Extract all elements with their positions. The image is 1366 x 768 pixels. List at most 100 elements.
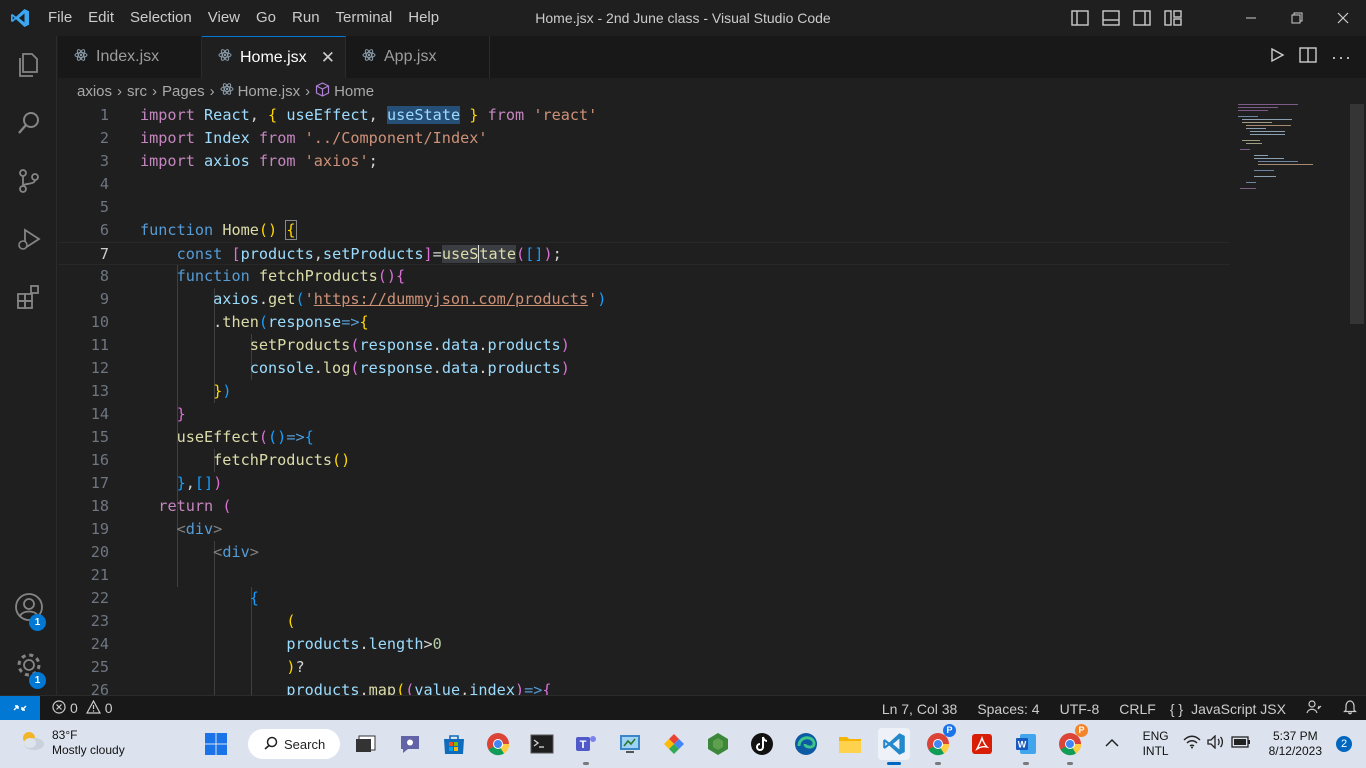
breadcrumb: axios › src › Pages › Home.jsx › Home	[58, 78, 1238, 104]
extensions-icon[interactable]	[0, 268, 57, 326]
show-hidden-icons-chevron-icon[interactable]	[1105, 735, 1119, 753]
menu-view[interactable]: View	[200, 0, 248, 36]
customize-layout-icon[interactable]	[1157, 0, 1188, 36]
tab-label: Home.jsx	[240, 48, 307, 66]
indentation[interactable]: Spaces: 4	[977, 701, 1039, 717]
clock[interactable]: 5:37 PM 8/12/2023	[1269, 729, 1322, 759]
error-count: 0	[70, 700, 78, 716]
vscode-taskbar-icon[interactable]	[878, 728, 910, 765]
tab-home-jsx[interactable]: Home.jsx ✕	[202, 36, 346, 78]
chevron-right-icon: ›	[152, 82, 158, 100]
code-line: 22 {	[90, 589, 259, 607]
chrome-profile-badge-icon: P	[943, 724, 956, 737]
close-tab-icon[interactable]: ✕	[321, 48, 335, 68]
error-icon	[52, 699, 66, 717]
chevron-right-icon: ›	[117, 82, 123, 100]
microsoft-store-icon[interactable]	[438, 728, 470, 760]
menu-run[interactable]: Run	[284, 0, 328, 36]
weather-widget[interactable]: 83°F Mostly cloudy	[18, 728, 125, 758]
svg-text:T: T	[580, 739, 587, 751]
toggle-primary-sidebar-icon[interactable]	[1064, 0, 1095, 36]
nodejs-icon[interactable]	[702, 728, 734, 760]
code-line: 23 (	[90, 612, 296, 630]
vertical-scrollbar[interactable]	[1350, 104, 1364, 324]
code-line: 12 console.log(response.data.products)	[90, 359, 570, 377]
menu-terminal[interactable]: Terminal	[328, 0, 401, 36]
code-line: 6 function Home() {	[99, 220, 297, 240]
toggle-secondary-sidebar-icon[interactable]	[1126, 0, 1157, 36]
encoding[interactable]: UTF-8	[1060, 701, 1100, 717]
code-line: 25 )?	[90, 658, 305, 676]
accounts-icon[interactable]: 1	[0, 578, 57, 636]
control-panel-icon[interactable]	[614, 728, 646, 760]
code-editor[interactable]: 1 import React, { useEffect, useState } f…	[58, 104, 1350, 695]
word-icon[interactable]: W	[1010, 728, 1042, 765]
chrome-profile-2-icon[interactable]: P	[1054, 724, 1088, 765]
title-bar: File Edit Selection View Go Run Terminal…	[0, 0, 1366, 36]
language-indicator[interactable]: ENG INTL	[1143, 729, 1169, 759]
lang-top: ENG	[1142, 729, 1169, 743]
menu-edit[interactable]: Edit	[80, 0, 122, 36]
task-view-icon[interactable]	[350, 728, 382, 760]
system-tray: ENG INTL 5:37 PM 8/12/2023 2	[1105, 720, 1366, 768]
language-mode[interactable]: { } JavaScript JSX	[1170, 701, 1286, 717]
acrobat-icon[interactable]	[966, 728, 998, 760]
terminal-icon[interactable]	[526, 728, 558, 760]
volume-icon[interactable]	[1206, 733, 1225, 754]
run-file-icon[interactable]	[1269, 47, 1285, 68]
notifications-bell-icon[interactable]	[1342, 699, 1358, 718]
chrome-profile-icon[interactable]: P	[922, 724, 956, 765]
git-client-icon[interactable]	[658, 728, 690, 760]
code-line: 3 import axios from 'axios';	[99, 152, 378, 170]
notification-center-badge[interactable]: 2	[1336, 736, 1352, 752]
taskbar-search[interactable]: Search	[248, 729, 340, 759]
teams-chat-icon[interactable]	[394, 728, 426, 760]
source-control-icon[interactable]	[0, 152, 57, 210]
restore-button[interactable]	[1274, 0, 1320, 36]
accounts-badge: 1	[29, 614, 46, 631]
remote-indicator-icon[interactable]	[0, 695, 40, 721]
breadcrumb-home-symbol[interactable]: Home	[334, 83, 374, 100]
chevron-right-icon: ›	[305, 82, 311, 100]
windows-start-icon[interactable]	[200, 728, 232, 760]
code-line: 8 function fetchProducts(){	[99, 267, 406, 285]
tab-index-jsx[interactable]: Index.jsx	[58, 36, 202, 78]
search-icon[interactable]	[0, 94, 57, 152]
problems-indicator[interactable]: 0 0	[52, 699, 113, 717]
menu-go[interactable]: Go	[248, 0, 284, 36]
file-explorer-icon[interactable]	[834, 728, 866, 760]
battery-icon[interactable]	[1230, 735, 1251, 753]
explorer-icon[interactable]	[0, 36, 57, 94]
toggle-panel-icon[interactable]	[1095, 0, 1126, 36]
menu-help[interactable]: Help	[400, 0, 447, 36]
edge-icon[interactable]	[790, 728, 822, 760]
editor-tab-bar: Index.jsx Home.jsx ✕ App.jsx ···	[58, 36, 1366, 78]
tiktok-icon[interactable]	[746, 728, 778, 760]
feedback-icon[interactable]	[1306, 699, 1322, 718]
manage-gear-icon[interactable]: 1	[0, 636, 57, 694]
breadcrumb-home-jsx[interactable]: Home.jsx	[238, 83, 301, 100]
split-editor-icon[interactable]	[1299, 46, 1317, 68]
run-and-debug-icon[interactable]	[0, 210, 57, 268]
clock-time: 5:37 PM	[1272, 729, 1318, 743]
wifi-icon[interactable]	[1183, 735, 1201, 754]
teams-icon[interactable]: T	[570, 728, 602, 765]
cursor-position[interactable]: Ln 7, Col 38	[882, 701, 958, 717]
breadcrumb-src[interactable]: src	[127, 83, 147, 100]
more-actions-icon[interactable]: ···	[1331, 47, 1352, 68]
breadcrumb-pages[interactable]: Pages	[162, 83, 205, 100]
code-line: 15 useEffect(()=>{	[90, 428, 314, 446]
breadcrumb-axios[interactable]: axios	[77, 83, 112, 100]
code-line: 16 fetchProducts()	[90, 451, 351, 469]
close-window-button[interactable]	[1320, 0, 1366, 36]
symbol-cube-icon	[315, 81, 330, 101]
menu-file[interactable]: File	[40, 0, 80, 36]
minimize-button[interactable]	[1228, 0, 1274, 36]
chrome-icon[interactable]	[482, 728, 514, 760]
menu-selection[interactable]: Selection	[122, 0, 200, 36]
end-of-line[interactable]: CRLF	[1119, 701, 1156, 717]
code-line: 4	[99, 175, 109, 193]
tab-app-jsx[interactable]: App.jsx	[346, 36, 490, 78]
minimap[interactable]	[1236, 104, 1336, 204]
code-line: 18 return (	[90, 497, 232, 515]
